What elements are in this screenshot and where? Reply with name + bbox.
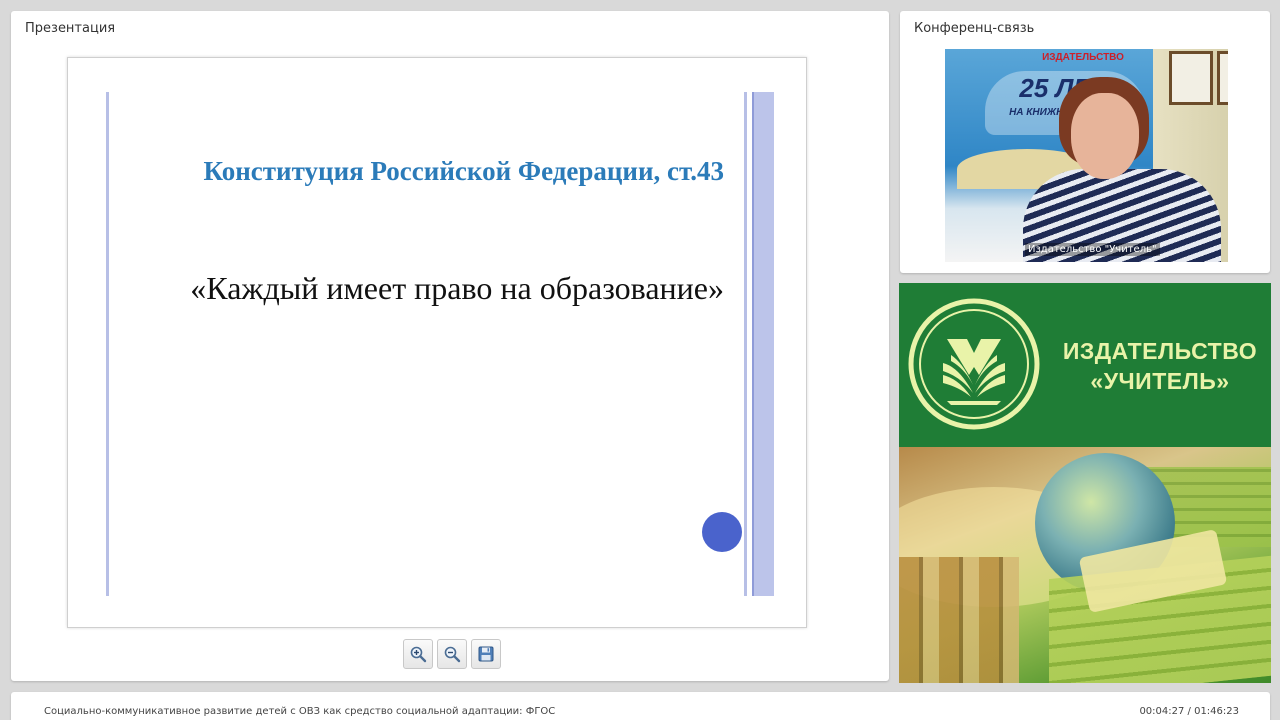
zoom-in-icon — [410, 646, 427, 663]
banner-photo-books-left — [899, 557, 1019, 683]
slide-decor-bar-right — [752, 92, 774, 596]
zoom-in-button[interactable] — [403, 639, 433, 669]
video-person-face — [1071, 93, 1139, 179]
slide-heading: Конституция Российской Федерации, ст.43 — [203, 156, 724, 186]
footer-bar: Социально-коммуникативное развитие детей… — [11, 692, 1270, 720]
presentation-title: Презентация — [25, 21, 116, 36]
slide-quote: «Каждый имеет право на образование» — [190, 270, 724, 306]
presentation-panel: Презентация Конституция Российской Федер… — [11, 11, 889, 681]
banner-text-line-1: ИЗДАТЕЛЬСТВО — [1062, 338, 1258, 364]
conference-title: Конференц-связь — [914, 21, 1035, 36]
banner-photo — [899, 447, 1271, 683]
save-button[interactable] — [471, 639, 501, 669]
video-stream[interactable]: ИЗДАТЕЛЬСТВО 25 ЛЕТ НА КНИЖНОМ РЫНКЕ Изд… — [945, 49, 1228, 262]
save-icon — [478, 646, 494, 662]
playback-time: 00:04:27 / 01:46:23 — [1139, 706, 1239, 717]
video-poster-top-text: ИЗДАТЕЛЬСТВО — [1042, 52, 1124, 63]
publisher-logo-icon — [908, 298, 1040, 430]
presentation-toolbar — [403, 639, 501, 669]
video-wall-frame-2 — [1217, 51, 1228, 105]
presentation-slide: Конституция Российской Федерации, ст.43 … — [67, 57, 807, 628]
banner-top: ИЗДАТЕЛЬСТВО «УЧИТЕЛЬ» — [899, 283, 1271, 447]
publisher-banner: ИЗДАТЕЛЬСТВО «УЧИТЕЛЬ» — [899, 283, 1271, 683]
video-caption: Издательство "Учитель" — [1025, 243, 1160, 256]
banner-text-line-2: «УЧИТЕЛЬ» — [1090, 368, 1230, 394]
zoom-out-icon — [444, 646, 461, 663]
zoom-out-button[interactable] — [437, 639, 467, 669]
conference-panel: Конференц-связь ИЗДАТЕЛЬСТВО 25 ЛЕТ НА К… — [900, 11, 1270, 273]
webinar-title: Социально-коммуникативное развитие детей… — [44, 706, 556, 717]
slide-decor-dot — [702, 512, 742, 552]
video-wall-frame — [1169, 51, 1213, 105]
slide-decor-line-right — [744, 92, 747, 596]
